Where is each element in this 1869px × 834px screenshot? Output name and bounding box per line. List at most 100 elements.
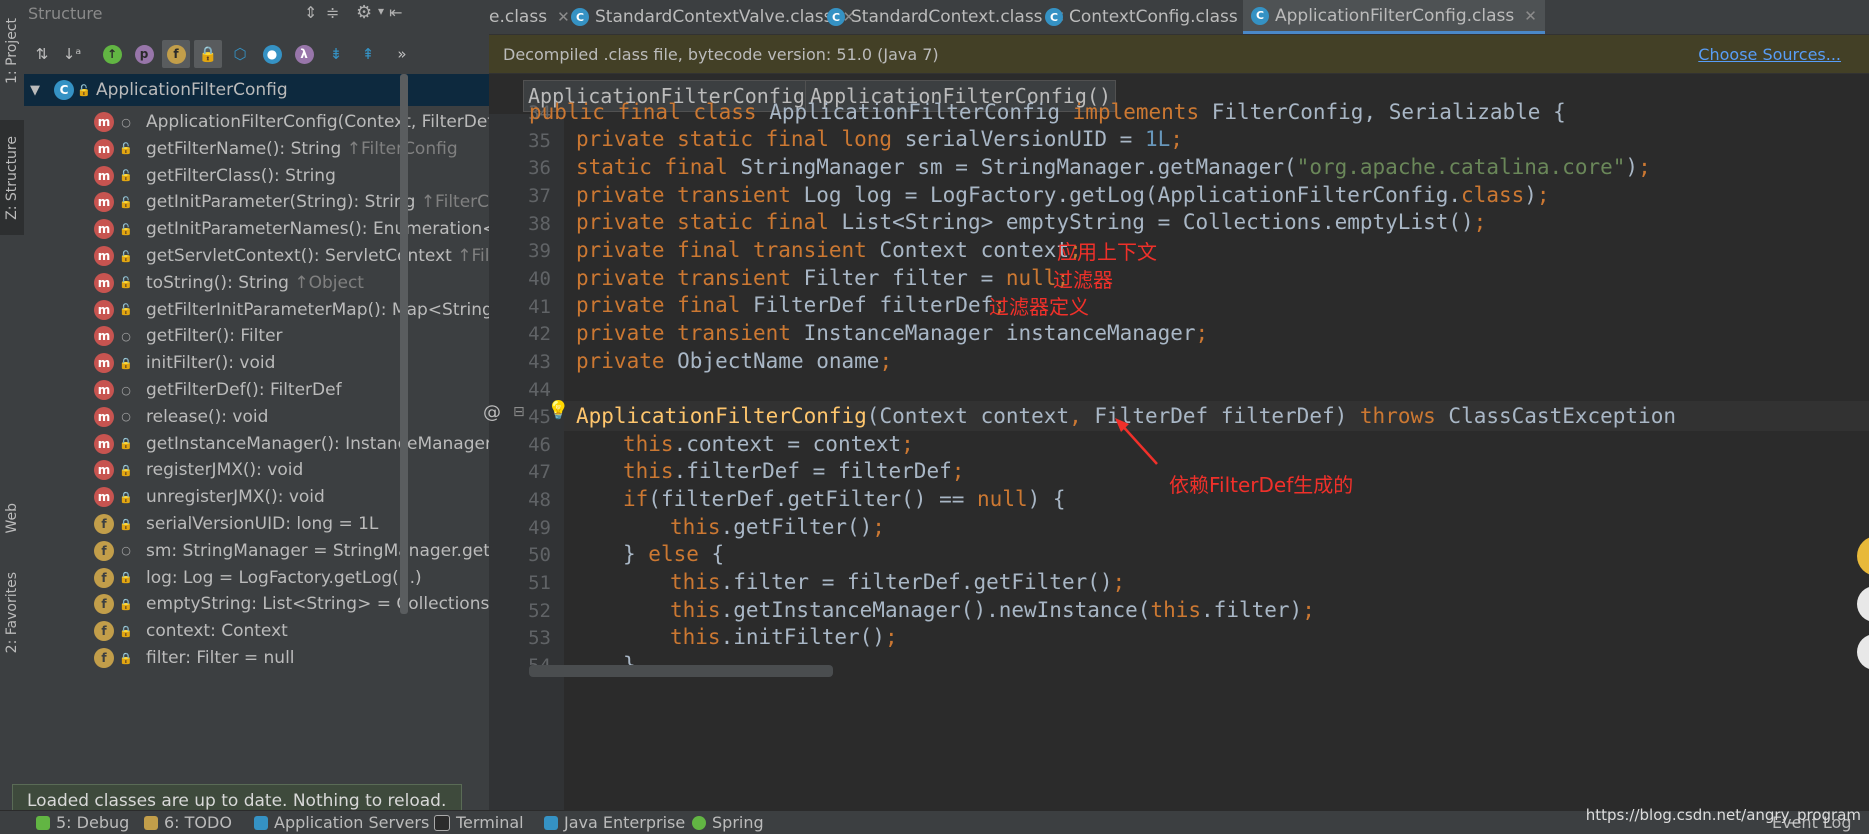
code-area[interactable]: public final class ApplicationFilterConf… [489,100,1869,804]
method-icon: m [94,380,114,400]
tree-item-label: context: Context [146,621,288,642]
tab-contextconfig[interactable]: CContextConfig.class✕ [1045,0,1260,34]
package-private-icon: ○ [121,410,131,424]
autoscroll-from-source-icon[interactable]: ⇞ [354,40,382,68]
tree-item-label: registerJMX(): void [146,460,304,481]
todo-icon [144,815,158,830]
tool-tab-web[interactable]: Web [0,488,24,548]
tab-e-class[interactable]: e.class ✕ [489,0,570,34]
bottom-tab-debug[interactable]: 5: Debug [36,813,129,832]
annotation-depends: 依赖FilterDef生成的 [1169,473,1354,497]
tree-item-text: log: Log = LogFactory.getLog(...) [146,568,422,588]
class-icon: C [54,80,74,100]
bottom-tab-java-enterprise[interactable]: Java Enterprise [544,813,685,832]
tree-item-text: getFilterClass(): String [146,166,336,186]
field-icon: f [94,514,114,534]
tree-item-label: getFilterInitParameterMap(): Map<String,… [146,299,489,320]
tree-item-label: getFilterName(): String [146,138,347,159]
public-icon: 🔓 [119,195,133,209]
hide-panel-icon[interactable]: ⇤ [389,3,402,22]
tool-tab-project[interactable]: 1: Project [0,6,24,96]
private-lock-icon: 🔒 [119,463,133,477]
tree-item-label: getFilterDef(): FilterDef [146,380,342,400]
collapse-lines-icon[interactable]: ≑ [326,3,339,22]
package-private-icon: ○ [121,329,131,343]
bottom-tab-todo[interactable]: 6: TODO [144,813,232,832]
class-file-icon: C [827,8,845,26]
tree-item-hint: ↑Object [294,272,364,293]
annotation-filter: 过滤器 [1053,268,1113,292]
tree-item-hint: ↑FilterConfig [420,192,489,213]
tree-item-text: unregisterJMX(): void [146,487,325,507]
method-icon: m [94,246,114,266]
private-lock-icon: 🔒 [119,490,133,504]
show-lambda-icon[interactable]: λ [290,40,318,68]
more-icon[interactable]: » [388,40,416,68]
choose-sources-link[interactable]: Choose Sources... [1698,45,1841,64]
tree-item-text: filter: Filter = null [146,648,295,668]
annotation-filterdef: 过滤器定义 [989,295,1089,319]
package-visibility-icon: 🔓 [77,83,91,97]
tab-label: ContextConfig.class [1069,7,1238,27]
method-icon: m [94,487,114,508]
private-lock-icon: 🔒 [119,624,133,638]
gear-dropdown-icon[interactable]: ▾ [378,4,384,18]
expand-collapse-icon[interactable]: ⇕ [304,3,317,22]
horizontal-scrollbar[interactable] [529,665,833,677]
tab-standardcontextvalve[interactable]: C StandardContextValve.class ✕ [571,0,855,34]
tree-root-label: ApplicationFilterConfig [96,80,288,100]
tree-item-label: release(): void [146,406,269,427]
tree-item-label: getFilterClass(): String [146,165,336,186]
method-icon: m [94,433,114,454]
private-lock-icon: 🔒 [119,517,133,531]
public-icon: 🔓 [119,303,133,317]
bottom-tab-label: Java Enterprise [564,813,686,832]
tree-item-label: log: Log = LogFactory.getLog(...) [146,567,422,588]
tree-item-text: ApplicationFilterConfig(Context, FilterD… [146,112,489,132]
tree-item-text: initFilter(): void [146,353,275,373]
bottom-tab-spring[interactable]: Spring [692,813,764,832]
tab-applicationfilterconfig[interactable]: C ApplicationFilterConfig.class ✕ [1243,0,1545,34]
public-icon: 🔓 [119,249,133,263]
show-non-public-icon[interactable]: 🔒 [194,40,222,68]
tool-tab-favorites[interactable]: 2: Favorites [0,568,24,658]
field-icon: f [94,621,114,642]
sort-alphabetically-icon[interactable]: ↓ᵃ [58,40,86,68]
method-icon: m [94,165,114,186]
tree-item-label: emptyString: List<String> = Collections.… [146,594,489,615]
tree-item-text: getInitParameter(String): String ↑Filter… [146,192,489,212]
close-icon[interactable]: ✕ [1524,7,1537,25]
annotation-arrow [1115,418,1158,465]
package-private-icon: ○ [121,383,131,397]
show-inherited-icon[interactable]: ↑ [98,40,126,68]
field-icon: f [94,594,114,615]
structure-scrollbar[interactable] [400,74,408,614]
bottom-tab-app-servers[interactable]: Application Servers [254,813,429,832]
show-lambdas-icon[interactable]: ● [258,40,286,68]
tree-item-text: release(): void [146,407,268,427]
bottom-tab-terminal[interactable]: Terminal [434,813,524,832]
show-fields-icon[interactable]: f [162,40,190,68]
editor: e.class ✕ C StandardContextValve.class ✕ CS… [483,0,1869,810]
tree-item-text: getInstanceManager(): InstanceManager [146,434,489,454]
tree-item-text: serialVersionUID: long = 1L [146,514,378,534]
private-lock-icon: 🔒 [119,437,133,451]
tab-standardcontext[interactable]: CStandardContext.class✕ [827,0,1065,34]
tree-root[interactable]: ▼ C 🔓 ApplicationFilterConfig [24,74,489,106]
tree-item-text: getFilter(): Filter [146,326,283,346]
tab-label: StandardContextValve.class [595,7,833,27]
sort-by-visibility-icon[interactable]: ⇅ [28,40,56,68]
editor-tabbar: e.class ✕ C StandardContextValve.class ✕ CS… [489,0,1869,35]
show-anonymous-icon[interactable]: ⬡ [226,40,254,68]
expand-arrow-icon[interactable]: ▼ [30,83,40,98]
gear-icon[interactable]: ⚙ [356,2,372,23]
field-icon: f [94,540,114,561]
tool-tab-structure[interactable]: Z: Structure [0,120,24,235]
method-icon: m [94,272,114,293]
close-icon[interactable]: ✕ [557,8,570,26]
tree-item[interactable]: f 🔒 filter: Filter = null [24,642,489,674]
decompiled-banner: Decompiled .class file, bytecode version… [489,35,1869,74]
tree-item-label: getFilter(): Filter [146,326,283,347]
show-properties-icon[interactable]: p [130,40,158,68]
autoscroll-to-source-icon[interactable]: ⇟ [322,40,350,68]
